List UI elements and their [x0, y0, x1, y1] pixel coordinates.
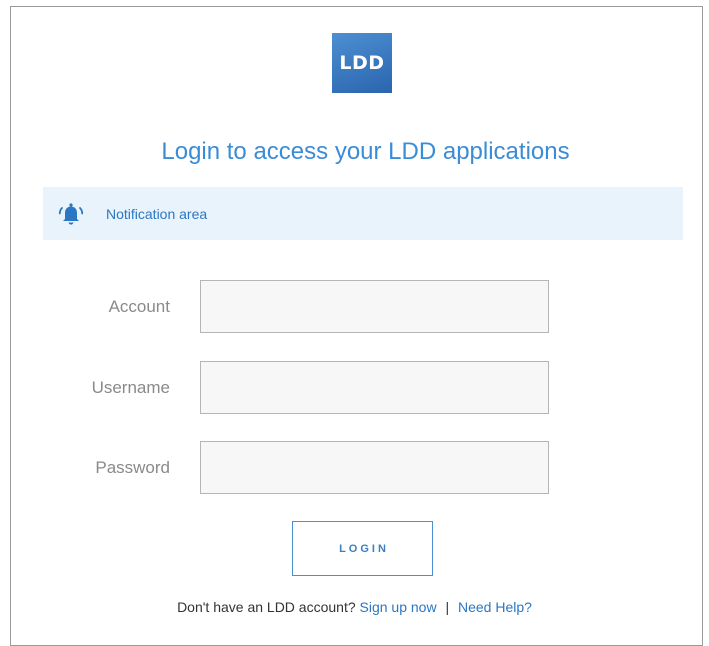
- login-button[interactable]: LOGIN: [292, 521, 433, 576]
- footer-links: Don't have an LDD account? Sign up now |…: [0, 599, 709, 615]
- page-title: Login to access your LDD applications: [161, 138, 570, 165]
- account-label: Account: [108, 297, 170, 316]
- signup-prompt: Don't have an LDD account?: [177, 599, 356, 615]
- account-field[interactable]: [200, 280, 549, 333]
- notification-text: Notification area: [106, 206, 208, 222]
- link-separator: |: [445, 599, 450, 615]
- username-label: Username: [91, 378, 170, 397]
- password-field[interactable]: [200, 441, 549, 494]
- need-help-link[interactable]: Need Help?: [458, 599, 532, 615]
- sign-up-link[interactable]: Sign up now: [360, 599, 437, 615]
- password-label: Password: [95, 458, 170, 477]
- bell-icon: [58, 203, 84, 225]
- username-field[interactable]: [200, 361, 549, 414]
- ldd-logo: LDD: [332, 33, 392, 93]
- logo-text: LDD: [339, 52, 385, 74]
